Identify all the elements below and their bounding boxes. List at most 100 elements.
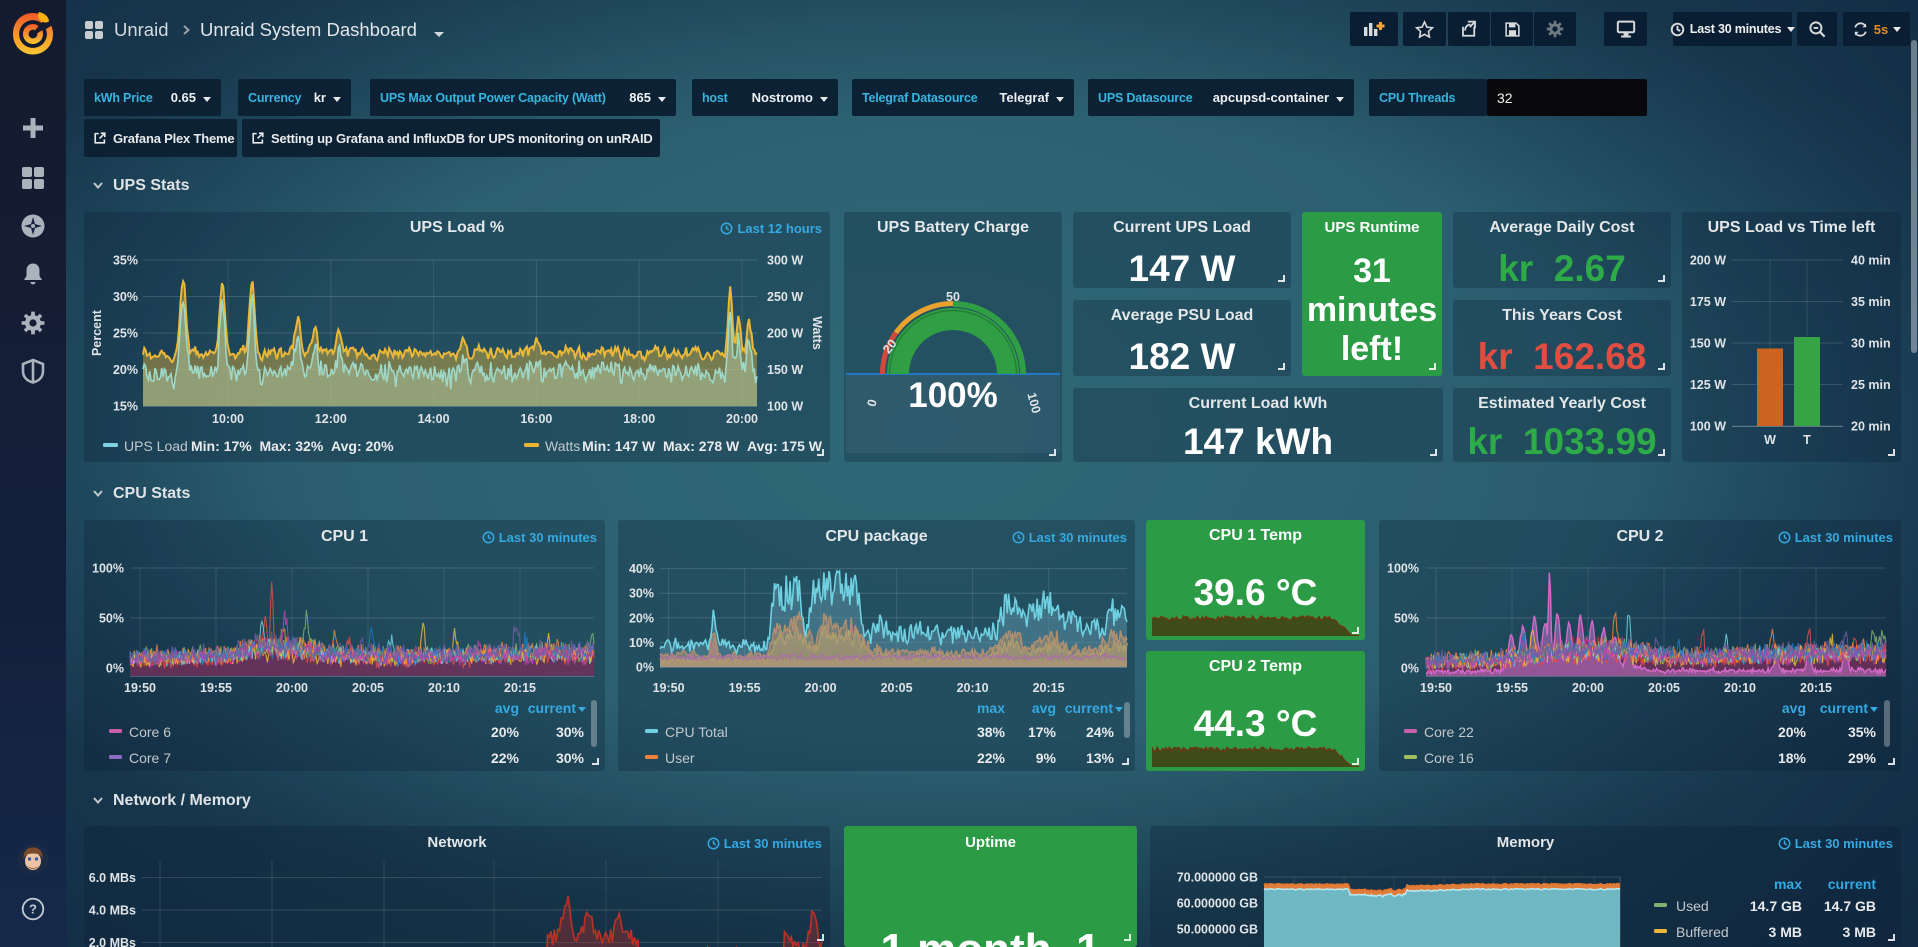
svg-text:avg: avg xyxy=(1782,700,1806,716)
svg-text:25 min: 25 min xyxy=(1851,378,1891,392)
svg-text:30%: 30% xyxy=(556,724,585,740)
svg-text:20:00: 20:00 xyxy=(805,681,837,695)
svg-text:Used: Used xyxy=(1676,898,1709,914)
svg-text:Core 6: Core 6 xyxy=(129,724,171,740)
svg-text:20 min: 20 min xyxy=(1851,420,1891,434)
svg-text:200 W: 200 W xyxy=(767,327,803,341)
svg-text:300 W: 300 W xyxy=(767,254,803,268)
svg-text:35 min: 35 min xyxy=(1851,295,1891,309)
svg-text:50%: 50% xyxy=(1394,612,1419,626)
svg-text:W: W xyxy=(1764,433,1776,447)
svg-text:avg: avg xyxy=(495,700,519,716)
svg-text:current: current xyxy=(528,700,577,716)
svg-text:20:05: 20:05 xyxy=(352,681,384,695)
svg-text:current: current xyxy=(1065,700,1114,716)
svg-text:20%: 20% xyxy=(113,363,138,377)
svg-text:17%: 17% xyxy=(1028,724,1057,740)
svg-text:Buffered: Buffered xyxy=(1676,924,1729,940)
svg-text:20%: 20% xyxy=(1778,724,1807,740)
svg-text:13%: 13% xyxy=(1086,750,1115,766)
svg-text:20:15: 20:15 xyxy=(1033,681,1065,695)
svg-text:18%: 18% xyxy=(1778,750,1807,766)
svg-text:100 W: 100 W xyxy=(1690,420,1726,434)
svg-text:Min: 17% Max: 32% Avg: 20%: Min: 17% Max: 32% Avg: 20% xyxy=(191,438,394,454)
svg-text:30%: 30% xyxy=(556,750,585,766)
svg-text:14.7 GB: 14.7 GB xyxy=(1824,898,1876,914)
svg-text:20%: 20% xyxy=(491,724,520,740)
svg-text:250 W: 250 W xyxy=(767,290,803,304)
svg-text:38%: 38% xyxy=(977,724,1006,740)
svg-text:150 W: 150 W xyxy=(767,363,803,377)
svg-text:70.000000 GB: 70.000000 GB xyxy=(1177,871,1258,885)
svg-text:18:00: 18:00 xyxy=(623,412,655,426)
svg-text:175 W: 175 W xyxy=(1690,295,1726,309)
svg-text:20:05: 20:05 xyxy=(1648,681,1680,695)
svg-text:Min: 147 W Max: 278 W Avg: 1: Min: 147 W Max: 278 W Avg: 175 W xyxy=(582,438,823,454)
svg-text:T: T xyxy=(1803,433,1811,447)
svg-text:100%: 100% xyxy=(1387,562,1419,576)
svg-text:35%: 35% xyxy=(1848,724,1877,740)
svg-text:50%: 50% xyxy=(99,612,124,626)
svg-text:avg: avg xyxy=(1032,700,1056,716)
svg-text:22%: 22% xyxy=(491,750,520,766)
svg-text:Core 7: Core 7 xyxy=(129,750,171,766)
svg-text:125 W: 125 W xyxy=(1690,378,1726,392)
svg-text:0%: 0% xyxy=(106,662,124,676)
svg-text:UPS Load: UPS Load xyxy=(124,438,188,454)
svg-text:30%: 30% xyxy=(629,587,654,601)
svg-text:50.000000 GB: 50.000000 GB xyxy=(1177,923,1258,937)
svg-text:0%: 0% xyxy=(1401,662,1419,676)
svg-text:20:15: 20:15 xyxy=(504,681,536,695)
svg-text:35%: 35% xyxy=(113,254,138,268)
svg-text:25%: 25% xyxy=(113,327,138,341)
svg-text:200 W: 200 W xyxy=(1690,254,1726,268)
svg-text:Watts: Watts xyxy=(810,316,824,350)
svg-text:?: ? xyxy=(29,902,37,917)
svg-text:Core 22: Core 22 xyxy=(1424,724,1474,740)
svg-text:max: max xyxy=(1774,876,1802,892)
svg-text:20:15: 20:15 xyxy=(1800,681,1832,695)
svg-text:CPU Total: CPU Total xyxy=(665,724,728,740)
svg-text:20:00: 20:00 xyxy=(276,681,308,695)
svg-text:10:00: 10:00 xyxy=(212,412,244,426)
svg-text:2.0 MBs: 2.0 MBs xyxy=(89,936,136,947)
svg-text:20:10: 20:10 xyxy=(1724,681,1756,695)
svg-text:19:55: 19:55 xyxy=(1496,681,1528,695)
svg-text:40%: 40% xyxy=(629,562,654,576)
svg-text:12:00: 12:00 xyxy=(315,412,347,426)
svg-text:60.000000 GB: 60.000000 GB xyxy=(1177,897,1258,911)
svg-text:max: max xyxy=(977,700,1005,716)
svg-text:20:05: 20:05 xyxy=(881,681,913,695)
svg-text:current: current xyxy=(1828,876,1877,892)
svg-text:19:50: 19:50 xyxy=(1420,681,1452,695)
svg-text:20:00: 20:00 xyxy=(1572,681,1604,695)
svg-text:20:00: 20:00 xyxy=(726,412,758,426)
svg-text:16:00: 16:00 xyxy=(520,412,552,426)
svg-text:20%: 20% xyxy=(629,611,654,625)
svg-text:9%: 9% xyxy=(1036,750,1057,766)
svg-text:current: current xyxy=(1820,700,1869,716)
svg-text:20:10: 20:10 xyxy=(428,681,460,695)
svg-text:40 min: 40 min xyxy=(1851,254,1891,268)
svg-text:150 W: 150 W xyxy=(1690,337,1726,351)
svg-text:14:00: 14:00 xyxy=(418,412,450,426)
svg-text:Core 16: Core 16 xyxy=(1424,750,1474,766)
svg-text:22%: 22% xyxy=(977,750,1006,766)
svg-text:20:10: 20:10 xyxy=(957,681,989,695)
svg-text:50: 50 xyxy=(946,290,960,304)
svg-text:3 MB: 3 MB xyxy=(1843,924,1876,940)
svg-text:10%: 10% xyxy=(629,636,654,650)
svg-text:6.0 MBs: 6.0 MBs xyxy=(89,871,136,885)
svg-text:Percent: Percent xyxy=(90,309,104,356)
svg-text:30 min: 30 min xyxy=(1851,337,1891,351)
svg-text:100 W: 100 W xyxy=(767,400,803,414)
svg-text:19:50: 19:50 xyxy=(124,681,156,695)
svg-text:3 MB: 3 MB xyxy=(1769,924,1802,940)
svg-text:29%: 29% xyxy=(1848,750,1877,766)
svg-text:User: User xyxy=(665,750,695,766)
svg-text:19:50: 19:50 xyxy=(653,681,685,695)
svg-text:Watts: Watts xyxy=(545,438,580,454)
svg-text:0%: 0% xyxy=(636,661,654,675)
svg-text:24%: 24% xyxy=(1086,724,1115,740)
svg-text:100%: 100% xyxy=(92,562,124,576)
